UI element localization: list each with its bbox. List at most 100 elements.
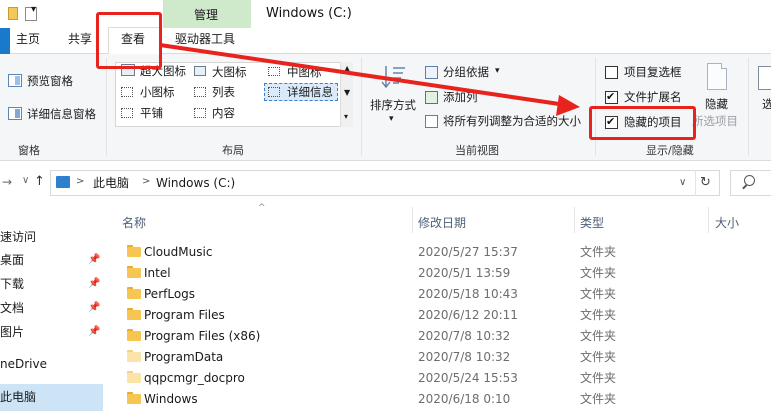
show-hide-group-label: 显示/隐藏 (646, 144, 694, 157)
breadcrumb-this-pc[interactable]: 此电脑 (93, 177, 129, 189)
forward-arrow-icon[interactable]: → (2, 176, 12, 188)
options-button[interactable]: 选 (762, 98, 771, 111)
folder-icon (127, 245, 141, 257)
nav-this-pc[interactable]: 此电脑 (0, 391, 36, 403)
file-type: 文件夹 (580, 350, 617, 364)
file-type: 文件夹 (580, 308, 617, 322)
column-header-type[interactable]: 类型 (580, 217, 604, 229)
layout-medium-icons[interactable]: 中图标 (287, 66, 322, 79)
ribbon-separator (106, 58, 107, 156)
file-date: 2020/7/8 10:32 (418, 329, 511, 343)
file-row[interactable]: qqpcmgr_docpro 2020/5/24 15:53 文件夹 (103, 367, 771, 388)
file-date: 2020/5/1 13:59 (418, 266, 511, 280)
ribbon-separator (748, 58, 749, 156)
manage-tab-label: 管理 (194, 8, 219, 22)
nav-desktop[interactable]: 桌面 (0, 254, 24, 266)
column-header-date[interactable]: 修改日期 (418, 217, 466, 229)
address-bar[interactable] (50, 170, 720, 196)
size-columns-icon (425, 115, 438, 128)
pin-icon: 📌 (88, 254, 101, 265)
layout-list[interactable]: 列表 (212, 86, 235, 99)
large-icons-icon (194, 66, 206, 76)
address-dropdown-icon[interactable]: ∨ (679, 178, 686, 188)
sort-by-dropdown-icon[interactable]: ▾ (389, 115, 394, 124)
list-icon (194, 87, 206, 97)
file-name: qqpcmgr_docpro (144, 371, 245, 385)
tiles-icon (121, 108, 133, 118)
column-divider[interactable] (708, 207, 709, 233)
this-pc-icon (56, 176, 70, 188)
qat-dropdown-icon[interactable]: ▾ (31, 5, 36, 15)
file-tab[interactable] (0, 28, 10, 54)
add-column-button[interactable]: 添加列 (443, 91, 478, 104)
file-extensions-checkbox[interactable] (605, 90, 618, 104)
layout-content[interactable]: 内容 (212, 107, 235, 120)
file-row[interactable]: Windows 2020/6/18 0:10 文件夹 (103, 388, 771, 409)
details-pane-button[interactable]: 详细信息窗格 (27, 108, 96, 121)
pin-icon: 📌 (88, 278, 101, 289)
preview-pane-button[interactable]: 预览窗格 (27, 75, 73, 88)
options-icon (758, 66, 771, 90)
small-icons-icon (121, 87, 133, 97)
sort-ascending-icon: ^ (258, 203, 266, 213)
folder-icon (127, 392, 141, 404)
file-row[interactable]: CloudMusic 2020/5/27 15:37 文件夹 (103, 241, 771, 262)
nav-documents[interactable]: 文档 (0, 302, 24, 314)
column-divider[interactable] (574, 207, 575, 233)
file-row[interactable]: Program Files 2020/6/12 20:11 文件夹 (103, 304, 771, 325)
column-divider[interactable] (412, 207, 413, 233)
file-name: ProgramData (144, 350, 224, 364)
file-row[interactable]: PerfLogs 2020/5/18 10:43 文件夹 (103, 283, 771, 304)
file-row[interactable]: ProgramData 2020/7/8 10:32 文件夹 (103, 346, 771, 367)
layout-group-label: 布局 (222, 144, 244, 157)
details-icon (268, 87, 280, 97)
group-by-button[interactable]: 分组依据 (443, 66, 489, 79)
nav-onedrive[interactable]: neDrive (0, 358, 47, 370)
content-icon (194, 108, 206, 118)
file-date: 2020/5/24 15:53 (418, 371, 518, 385)
layout-tiles[interactable]: 平铺 (140, 107, 163, 120)
tab-drive-tools[interactable]: 驱动器工具 (175, 33, 235, 45)
layout-details[interactable]: 详细信息 (287, 86, 333, 99)
up-arrow-icon[interactable]: ↑ (34, 175, 45, 188)
pane-group-label: 窗格 (18, 144, 40, 157)
hide-button[interactable]: 隐藏 (705, 98, 728, 111)
hide-selected-items-icon (707, 63, 727, 90)
nav-downloads[interactable]: 下载 (0, 278, 24, 290)
item-checkboxes-checkbox[interactable] (605, 66, 618, 79)
tab-share[interactable]: 共享 (68, 33, 92, 45)
layout-large-icons[interactable]: 大图标 (212, 66, 247, 79)
group-by-dropdown-icon[interactable]: ▾ (495, 67, 500, 76)
file-name: Program Files (144, 308, 225, 322)
file-type: 文件夹 (580, 266, 617, 280)
size-all-columns-button[interactable]: 将所有列调整为合适的大小 (443, 115, 581, 128)
file-type: 文件夹 (580, 392, 617, 406)
refresh-icon[interactable]: ↻ (700, 176, 711, 189)
column-header-name[interactable]: 名称 (122, 217, 146, 229)
file-row[interactable]: Intel 2020/5/1 13:59 文件夹 (103, 262, 771, 283)
file-type: 文件夹 (580, 245, 617, 259)
details-pane-icon (8, 107, 22, 120)
layout-gallery-scroll[interactable]: ▲ ▼ ▾ (340, 62, 353, 127)
recent-dropdown-icon[interactable]: ∨ (22, 176, 29, 186)
file-extensions-label: 文件扩展名 (624, 90, 682, 104)
sort-by-button[interactable]: 排序方式 (370, 99, 416, 112)
item-checkboxes-label: 项目复选框 (624, 65, 682, 79)
window-title: Windows (C:) (266, 6, 352, 21)
file-row[interactable]: Program Files (x86) 2020/7/8 10:32 文件夹 (103, 325, 771, 346)
folder-icon (127, 371, 141, 383)
file-name: Program Files (x86) (144, 329, 261, 343)
nav-pictures[interactable]: 图片 (0, 326, 24, 338)
medium-icons-icon (268, 67, 280, 76)
ribbon-separator (361, 58, 362, 156)
column-header-size[interactable]: 大小 (715, 217, 739, 229)
nav-quick-access[interactable]: 速访问 (0, 231, 36, 243)
file-date: 2020/7/8 10:32 (418, 350, 511, 364)
file-name: CloudMusic (144, 245, 213, 259)
layout-small-icons[interactable]: 小图标 (140, 86, 175, 99)
tab-home[interactable]: 主页 (16, 33, 40, 45)
breadcrumb-current[interactable]: Windows (C:) (156, 177, 235, 189)
file-date: 2020/6/12 20:11 (418, 308, 518, 322)
sort-by-icon (378, 62, 408, 92)
file-type: 文件夹 (580, 371, 617, 385)
